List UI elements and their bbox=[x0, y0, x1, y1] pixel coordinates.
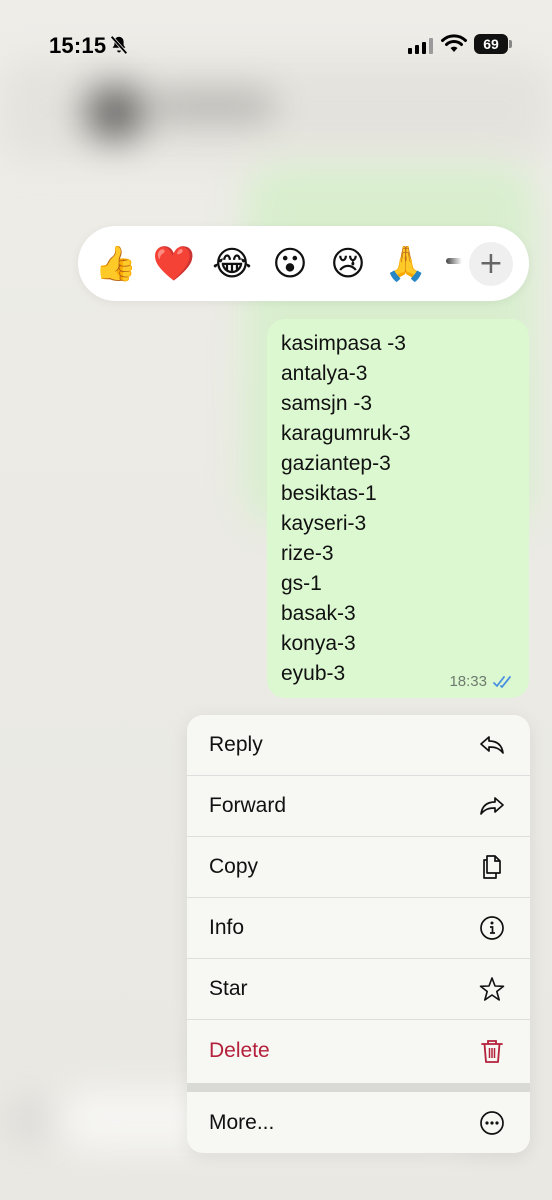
message-line: konya-3 bbox=[281, 632, 356, 655]
menu-item-label: More... bbox=[209, 1110, 275, 1134]
menu-separator bbox=[187, 1083, 530, 1092]
copy-icon bbox=[483, 855, 501, 879]
message-meta: 18:33 bbox=[449, 673, 515, 690]
trash-icon bbox=[481, 1039, 503, 1063]
wifi-icon bbox=[441, 34, 467, 52]
reaction-thumbs-up[interactable]: 👍 bbox=[94, 242, 138, 286]
contact-avatar bbox=[85, 85, 145, 140]
menu-item-more[interactable]: More... bbox=[187, 1092, 530, 1153]
contact-name bbox=[150, 92, 275, 120]
message-line: samsjn -3 bbox=[281, 392, 373, 415]
message-line: rize-3 bbox=[281, 542, 334, 565]
more-reactions-button[interactable]: + bbox=[469, 242, 513, 286]
reaction-laughing[interactable]: 😂 bbox=[210, 242, 254, 286]
message-line: gs-1 bbox=[281, 572, 322, 595]
battery-level: 69 bbox=[474, 34, 508, 54]
reaction-pray[interactable]: 🙏 bbox=[384, 242, 428, 286]
menu-item-copy[interactable]: Copy bbox=[187, 837, 530, 898]
double-check-icon bbox=[493, 675, 511, 688]
cellular-signal-icon bbox=[408, 36, 434, 54]
more-emojis-fade bbox=[446, 258, 462, 264]
menu-item-label: Forward bbox=[209, 794, 287, 817]
message-bubble[interactable]: kasimpasa -3 antalya-3 samsjn -3 karagum… bbox=[267, 319, 529, 698]
menu-item-forward[interactable]: Forward bbox=[187, 776, 530, 837]
reaction-surprised[interactable]: 😮 bbox=[268, 242, 312, 286]
message-line: basak-3 bbox=[281, 602, 356, 625]
context-menu: Reply Forward Copy Info Star Delete More… bbox=[187, 715, 530, 1153]
message-line: antalya-3 bbox=[281, 362, 368, 385]
battery-icon: 69 bbox=[474, 34, 512, 54]
status-time: 15:15 bbox=[49, 33, 107, 58]
menu-item-delete[interactable]: Delete bbox=[187, 1020, 530, 1081]
menu-item-label: Info bbox=[209, 916, 245, 939]
message-line: kasimpasa -3 bbox=[281, 332, 406, 355]
message-line: besiktas-1 bbox=[281, 482, 377, 505]
bell-slash-icon bbox=[110, 35, 128, 55]
reaction-bar: 👍 ❤️ 😂 😮 😢 🙏 + bbox=[78, 226, 529, 301]
reaction-crying[interactable]: 😢 bbox=[326, 242, 370, 286]
menu-item-reply[interactable]: Reply bbox=[187, 715, 530, 776]
star-icon bbox=[479, 977, 505, 1001]
menu-item-label: Star bbox=[209, 977, 248, 1000]
info-icon bbox=[480, 916, 504, 940]
menu-item-info[interactable]: Info bbox=[187, 898, 530, 959]
message-line: kayseri-3 bbox=[281, 512, 367, 535]
message-line: karagumruk-3 bbox=[281, 422, 411, 445]
forward-icon bbox=[480, 797, 504, 815]
menu-item-label: Reply bbox=[209, 733, 263, 756]
reaction-heart[interactable]: ❤️ bbox=[152, 242, 196, 286]
more-icon bbox=[480, 1110, 504, 1135]
menu-item-label: Delete bbox=[209, 1038, 270, 1062]
menu-item-star[interactable]: Star bbox=[187, 959, 530, 1020]
reply-icon bbox=[480, 736, 504, 754]
menu-item-label: Copy bbox=[209, 855, 259, 878]
message-line: gaziantep-3 bbox=[281, 452, 391, 475]
message-time: 18:33 bbox=[449, 673, 487, 690]
status-bar: 15:15 69 bbox=[0, 0, 552, 90]
